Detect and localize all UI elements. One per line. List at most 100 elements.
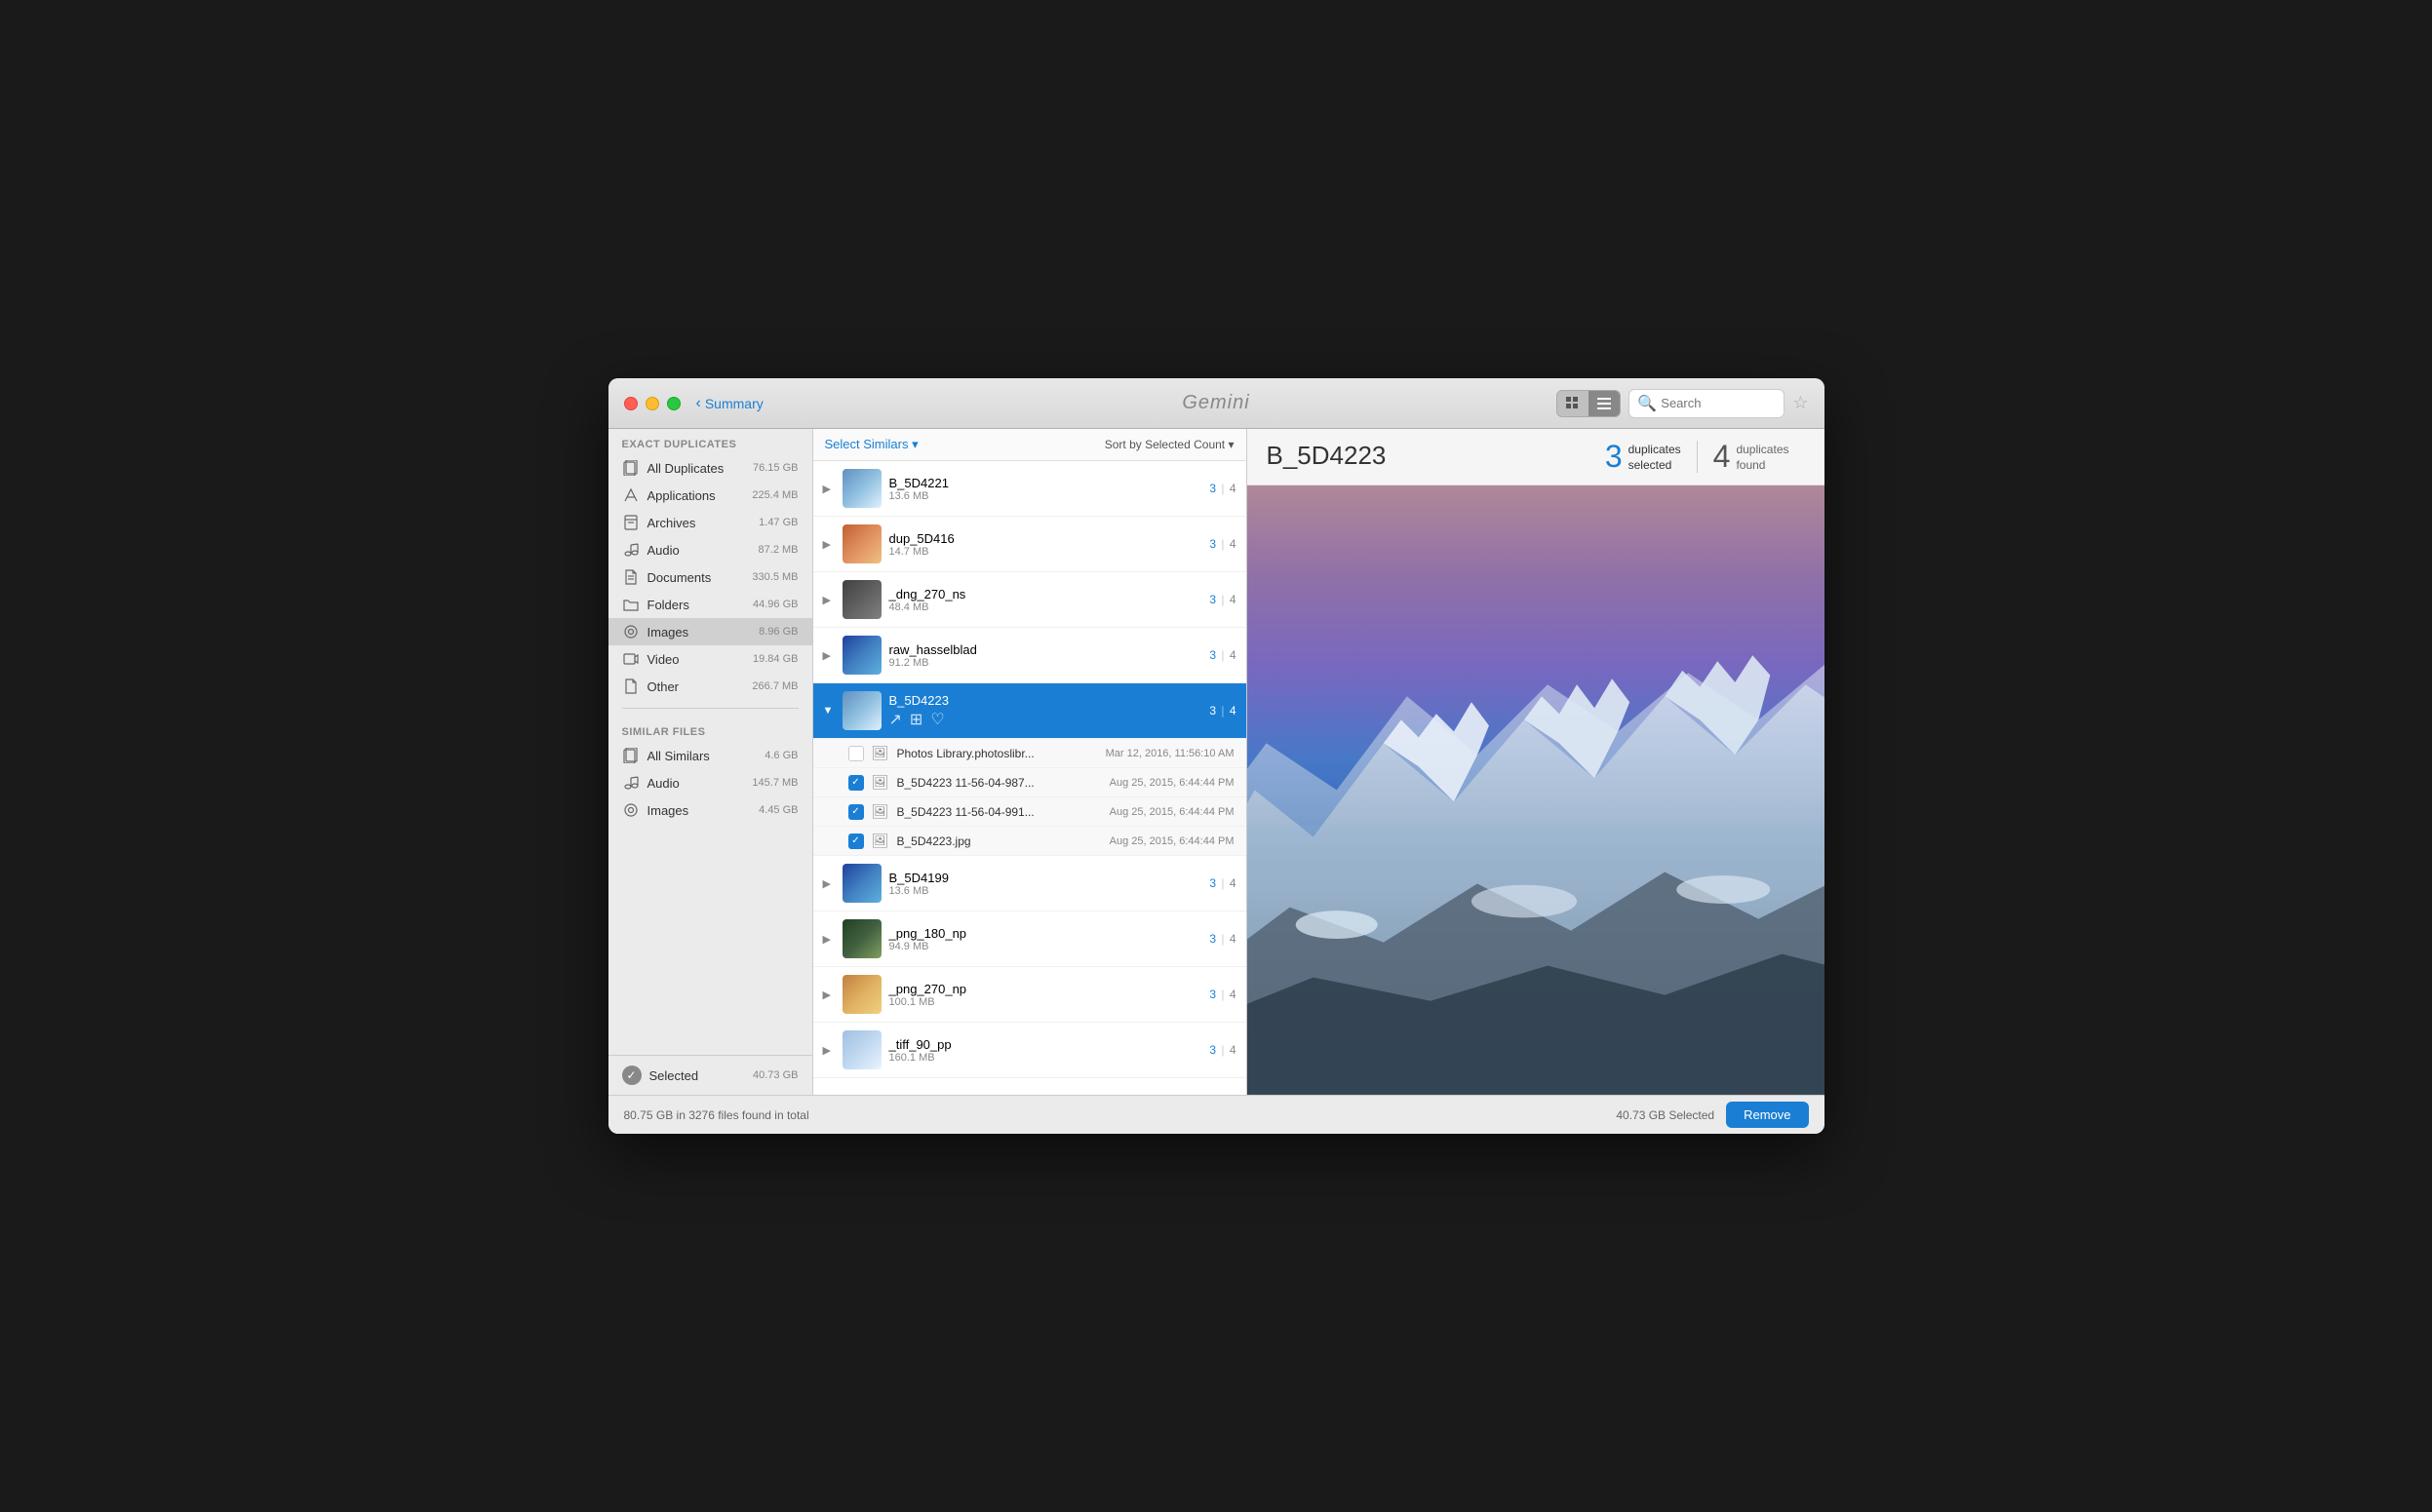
group-row[interactable]: ▶ _tiff_90_pp 160.1 MB 3 | 4 (813, 1023, 1246, 1078)
sidebar-item-archives[interactable]: Archives 1.47 GB (608, 509, 812, 536)
group-row[interactable]: ▶ B_5D4199 13.6 MB 3 | 4 (813, 856, 1246, 911)
all-duplicates-icon (622, 459, 640, 477)
all-duplicates-size: 76.15 GB (753, 462, 798, 474)
all-duplicates-label: All Duplicates (647, 461, 746, 476)
list-view-button[interactable] (1589, 391, 1620, 416)
archives-size: 1.47 GB (759, 517, 798, 528)
group-row[interactable]: ▶ dup_5D416 14.7 MB 3 | 4 (813, 517, 1246, 572)
group-row[interactable]: ▶ _png_270_np 100.1 MB 3 | 4 (813, 967, 1246, 1023)
file-checkbox[interactable] (848, 746, 864, 761)
similar-files-header: Similar Files (608, 717, 812, 742)
sidebar-item-applications[interactable]: Applications 225.4 MB (608, 482, 812, 509)
sub-row[interactable]: 🖼 B_5D4223 11-56-04-987... Aug 25, 2015,… (813, 768, 1246, 797)
preview-image (1247, 485, 1824, 1095)
close-button[interactable] (624, 397, 638, 410)
group-thumbnail (843, 975, 882, 1014)
group-row[interactable]: ▶ _dng_270_ns 48.4 MB 3 | 4 (813, 572, 1246, 628)
grid-view-button[interactable] (1557, 391, 1589, 416)
found-count: 4 (1230, 648, 1236, 662)
app-title: Gemini (1182, 392, 1249, 414)
selected-count: 3 (1209, 648, 1216, 662)
arrow-icon: ▶ (823, 989, 835, 1001)
toolbar-right: 🔍 ☆ (1556, 389, 1808, 418)
group-name: B_5D4199 (889, 871, 1202, 885)
group-row[interactable]: ▶ B_5D4221 13.6 MB 3 | 4 (813, 461, 1246, 517)
preview-pane: B_5D4223 3 duplicatesselected 4 duplicat… (1247, 429, 1824, 1095)
all-similars-label: All Similars (647, 749, 758, 763)
sidebar-item-other[interactable]: Other 266.7 MB (608, 673, 812, 700)
action-grid-icon[interactable]: ⊞ (910, 710, 922, 729)
sidebar-item-audio-similar[interactable]: Audio 145.7 MB (608, 769, 812, 796)
maximize-button[interactable] (667, 397, 681, 410)
bottom-bar: 80.75 GB in 3276 files found in total 40… (608, 1095, 1824, 1134)
main-content: Exact Duplicates All Duplicates 76.15 GB (608, 429, 1824, 1095)
arrow-icon: ▶ (823, 877, 835, 890)
sub-row[interactable]: 🖼 B_5D4223 11-56-04-991... Aug 25, 2015,… (813, 797, 1246, 827)
sidebar-item-video[interactable]: Video 19.84 GB (608, 645, 812, 673)
minimize-button[interactable] (646, 397, 659, 410)
sidebar-item-all-similars[interactable]: All Similars 4.6 GB (608, 742, 812, 769)
sort-button[interactable]: Sort by Selected Count ▾ (1105, 438, 1235, 451)
images-label: Images (647, 625, 752, 640)
group-row[interactable]: ▶ raw_hasselblad 91.2 MB 3 | 4 (813, 628, 1246, 683)
found-count: 4 (1230, 482, 1236, 495)
sidebar-item-documents[interactable]: Documents 330.5 MB (608, 563, 812, 591)
selected-count: 3 (1209, 1043, 1216, 1057)
group-row[interactable]: ▶ _png_180_np 94.9 MB 3 | 4 (813, 911, 1246, 967)
other-icon (622, 678, 640, 695)
group-count: 3 | 4 (1209, 704, 1236, 717)
action-share-icon[interactable]: ↗ (889, 710, 902, 729)
select-similars-button[interactable]: Select Similars ▾ (825, 437, 919, 452)
selected-count: 3 (1209, 482, 1216, 495)
found-count: 4 (1230, 1043, 1236, 1057)
count-separator: | (1221, 593, 1224, 606)
search-bar[interactable]: 🔍 (1628, 389, 1785, 418)
sidebar-item-images[interactable]: Images 8.96 GB (608, 618, 812, 645)
documents-size: 330.5 MB (752, 571, 798, 583)
found-count: 4 (1230, 593, 1236, 606)
found-stat-number: 4 (1713, 441, 1731, 472)
group-size: 160.1 MB (889, 1052, 1202, 1064)
sidebar-divider (622, 708, 799, 709)
group-thumbnail (843, 691, 882, 730)
images-similar-icon (622, 801, 640, 819)
group-name: _tiff_90_pp (889, 1037, 1202, 1052)
preview-header: B_5D4223 3 duplicatesselected 4 duplicat… (1247, 429, 1824, 485)
file-checkbox[interactable] (848, 804, 864, 820)
images-similar-label: Images (647, 803, 752, 818)
group-size: 100.1 MB (889, 996, 1202, 1008)
file-date: Aug 25, 2015, 6:44:44 PM (1110, 806, 1235, 818)
group-thumbnail (843, 636, 882, 675)
group-name: _dng_270_ns (889, 587, 1202, 601)
preview-title: B_5D4223 (1267, 441, 1574, 471)
file-type-icon: 🖼 (872, 833, 889, 849)
found-count: 4 (1230, 988, 1236, 1001)
archives-label: Archives (647, 516, 752, 530)
sidebar-item-folders[interactable]: Folders 44.96 GB (608, 591, 812, 618)
group-name: dup_5D416 (889, 531, 1202, 546)
audio-label: Audio (647, 543, 751, 558)
sidebar-item-images-similar[interactable]: Images 4.45 GB (608, 796, 812, 824)
group-count: 3 | 4 (1209, 537, 1236, 551)
sub-row[interactable]: 🖼 Photos Library.photoslibr... Mar 12, 2… (813, 739, 1246, 768)
group-thumbnail (843, 524, 882, 563)
found-stat-block: 4 duplicatesfound (1698, 441, 1805, 473)
audio-icon (622, 541, 640, 559)
back-button[interactable]: ‹ Summary (696, 395, 764, 412)
star-button[interactable]: ☆ (1792, 393, 1808, 413)
group-name: raw_hasselblad (889, 642, 1202, 657)
sub-row[interactable]: 🖼 B_5D4223.jpg Aug 25, 2015, 6:44:44 PM (813, 827, 1246, 856)
video-icon (622, 650, 640, 668)
file-checkbox[interactable] (848, 775, 864, 791)
sidebar-item-audio[interactable]: Audio 87.2 MB (608, 536, 812, 563)
search-input[interactable] (1661, 396, 1776, 410)
file-checkbox[interactable] (848, 834, 864, 849)
sidebar-item-all-duplicates[interactable]: All Duplicates 76.15 GB (608, 454, 812, 482)
remove-button[interactable]: Remove (1726, 1102, 1808, 1128)
selected-count: 3 (1209, 537, 1216, 551)
selected-count: 3 (1209, 593, 1216, 606)
group-size: 13.6 MB (889, 490, 1202, 502)
group-count: 3 | 4 (1209, 932, 1236, 946)
group-row-expanded[interactable]: ▼ B_5D4223 ↗ ⊞ ♡ 3 | 4 (813, 683, 1246, 739)
action-heart-icon[interactable]: ♡ (930, 710, 944, 729)
